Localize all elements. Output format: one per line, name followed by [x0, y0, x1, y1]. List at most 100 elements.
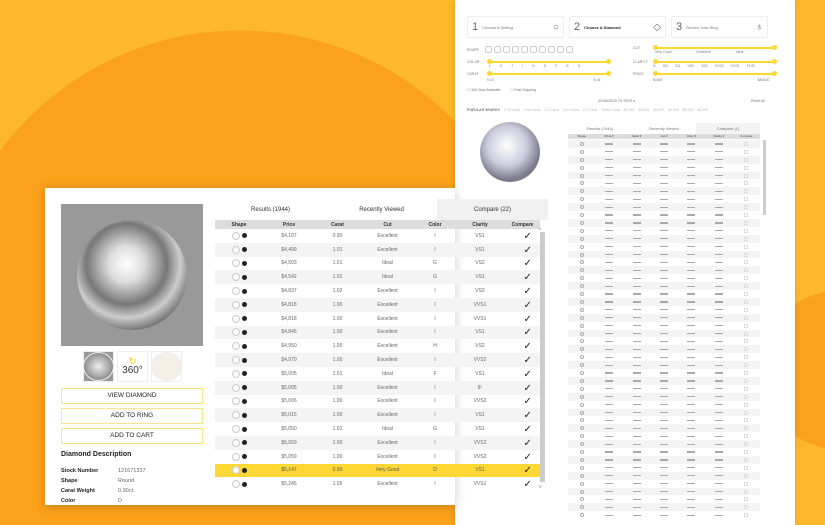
column-header[interactable]: Cut	[360, 222, 415, 228]
table-row[interactable]	[568, 195, 760, 203]
clarity-slider[interactable]	[653, 59, 777, 64]
step-choose-setting[interactable]: 1 Choose A Setting ○	[467, 16, 564, 38]
carat-max[interactable]: 5.41	[594, 78, 601, 82]
tab-compare[interactable]: Compare (22)	[437, 199, 548, 220]
column-header[interactable]: Shape	[568, 134, 595, 139]
table-row[interactable]	[568, 377, 760, 385]
table-row[interactable]	[568, 440, 760, 449]
column-header[interactable]: Compare	[733, 134, 760, 139]
table-row[interactable]	[568, 266, 760, 275]
price-min[interactable]: $1067	[653, 78, 663, 82]
table-row[interactable]: $5,059 1.00 Excellent I VVS2	[215, 435, 540, 450]
step-choose-diamond[interactable]: 2 Choose A Diamond ◇	[569, 16, 666, 38]
table-row[interactable]: $4,499 1.01 Excellent I VS1	[215, 242, 540, 257]
carat-min[interactable]: 0.10	[487, 78, 494, 82]
column-header[interactable]: Carat ▾	[623, 134, 650, 139]
popular-search-link[interactable]: $4,000	[668, 108, 679, 112]
table-row[interactable]	[568, 227, 760, 235]
table-row[interactable]	[568, 385, 760, 393]
add-to-ring-button[interactable]: ADD TO RING	[61, 408, 203, 424]
table-row[interactable]: $5,050 1.01 Ideal G VS1	[215, 422, 540, 436]
table-row[interactable]	[568, 234, 760, 243]
table-row[interactable]	[568, 290, 760, 298]
thumbnail-photo[interactable]	[83, 351, 114, 382]
details-icon[interactable]	[241, 329, 247, 335]
shape-options[interactable]	[484, 46, 575, 54]
column-header[interactable]: Compare	[505, 222, 540, 228]
table-row[interactable]: $5,015 1.00 Excellent I VS1	[215, 408, 540, 423]
table-row[interactable]: $4,970 1.00 Excellent I VVS2	[215, 353, 540, 367]
details-icon[interactable]	[241, 357, 247, 363]
reset-all-link[interactable]: Reset All	[751, 99, 765, 103]
popular-search-link[interactable]: 1.5 Carat	[544, 108, 558, 112]
popular-search-link[interactable]: One Carat	[524, 108, 540, 112]
table-row[interactable]	[568, 345, 760, 354]
table-row[interactable]	[568, 511, 760, 519]
table-row[interactable]	[568, 456, 760, 464]
table-row[interactable]	[568, 471, 760, 480]
table-row[interactable]	[568, 432, 760, 440]
popular-search-link[interactable]: Three Carat	[601, 108, 620, 112]
details-icon[interactable]	[241, 385, 247, 391]
table-row[interactable]	[568, 408, 760, 417]
tab-recently-viewed[interactable]: Recently Viewed	[326, 199, 437, 220]
table-row[interactable]	[568, 164, 760, 172]
scroll-up-icon[interactable]: ^	[539, 228, 541, 234]
table-row[interactable]	[568, 298, 760, 306]
table-row[interactable]	[568, 171, 760, 180]
tab-compare[interactable]: Compare (1)	[696, 123, 760, 134]
details-icon[interactable]	[241, 302, 247, 308]
table-row[interactable]: $5,005 1.00 Excellent I IF	[215, 380, 540, 395]
column-header[interactable]: Carat	[315, 222, 360, 228]
table-row[interactable]	[568, 480, 760, 488]
column-header[interactable]: Price ▾	[595, 134, 622, 139]
scrollbar[interactable]	[763, 140, 766, 215]
table-row[interactable]: $4,818 1.00 Excellent I VVS1	[215, 297, 540, 312]
table-row[interactable]: $4,542 1.01 Ideal G VS1	[215, 270, 540, 285]
column-header[interactable]: Color	[415, 222, 455, 228]
table-row[interactable]	[568, 187, 760, 196]
details-icon[interactable]	[241, 412, 247, 418]
table-row[interactable]	[568, 211, 760, 219]
column-header[interactable]: Clarity	[455, 222, 505, 228]
details-icon[interactable]	[241, 440, 247, 446]
table-row[interactable]	[568, 282, 760, 291]
table-row[interactable]: $5,005 1.01 Ideal F VS1	[215, 367, 540, 381]
popular-search-link[interactable]: $3,000	[639, 108, 650, 112]
table-row[interactable]: $5,245 1.05 Excellent I VVS1	[215, 477, 540, 491]
table-row[interactable]	[568, 496, 760, 504]
table-row[interactable]: $4,503 1.01 Ideal G VS2	[215, 257, 540, 271]
price-slider[interactable]	[653, 71, 777, 76]
table-row[interactable]	[568, 329, 760, 338]
table-row[interactable]	[568, 424, 760, 433]
column-header[interactable]: Color ▾	[678, 134, 705, 139]
table-row[interactable]: $4,107 0.90 Excellent I VS1	[215, 229, 540, 243]
table-row[interactable]	[568, 401, 760, 409]
details-icon[interactable]	[241, 426, 247, 432]
tab-results[interactable]: Results (1944)	[568, 123, 632, 134]
table-row[interactable]: $4,818 1.00 Excellent I VVS1	[215, 312, 540, 326]
details-icon[interactable]	[241, 288, 247, 294]
tab-recently-viewed[interactable]: Recently Viewed	[632, 123, 696, 134]
table-row[interactable]	[568, 148, 760, 156]
table-row[interactable]	[568, 448, 760, 456]
scrollbar[interactable]	[540, 232, 545, 482]
step-review-ring[interactable]: 3 Review Your Ring ♁	[671, 16, 768, 38]
table-row[interactable]	[568, 369, 760, 377]
column-header[interactable]: Shape	[215, 222, 263, 228]
table-row[interactable]	[568, 503, 760, 512]
table-row[interactable]	[568, 353, 760, 361]
details-icon[interactable]	[241, 247, 247, 253]
table-row[interactable]: $5,059 1.00 Excellent I VVS2	[215, 450, 540, 464]
table-row[interactable]: $4,950 1.00 Excellent H VS2	[215, 339, 540, 353]
table-row[interactable]: $4,845 1.00 Excellent I VS1	[215, 325, 540, 340]
table-row[interactable]	[568, 203, 760, 212]
popular-search-link[interactable]: Two Carat	[563, 108, 579, 112]
table-row[interactable]	[568, 361, 760, 370]
table-row[interactable]	[568, 250, 760, 259]
details-icon[interactable]	[241, 467, 247, 473]
column-header[interactable]: Price	[263, 222, 315, 228]
thumbnail-certificate[interactable]	[151, 351, 182, 382]
table-row[interactable]: $4,837 1.02 Excellent I VS2	[215, 284, 540, 298]
details-icon[interactable]	[241, 274, 247, 280]
